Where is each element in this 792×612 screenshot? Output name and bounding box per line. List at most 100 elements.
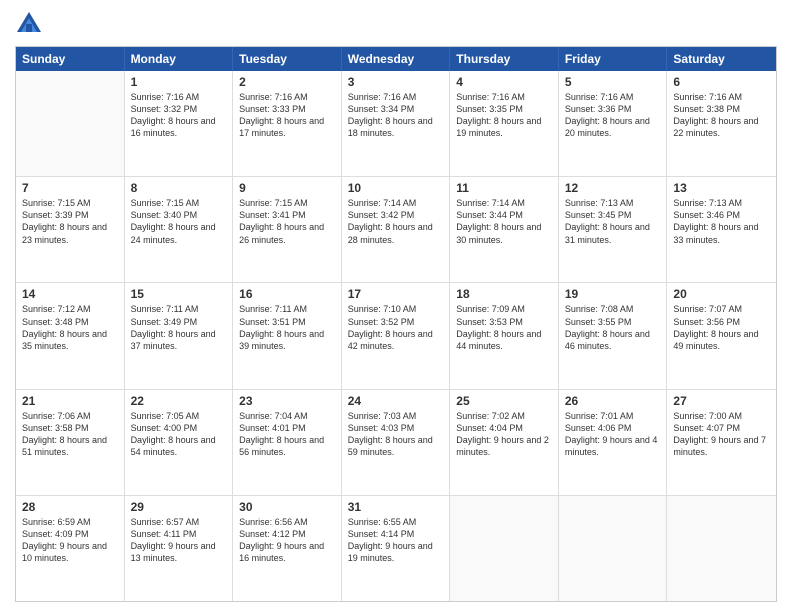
week-row-1: 7Sunrise: 7:15 AM Sunset: 3:39 PM Daylig… <box>16 176 776 282</box>
calendar-header-row: SundayMondayTuesdayWednesdayThursdayFrid… <box>16 47 776 71</box>
day-number: 17 <box>348 287 444 301</box>
day-number: 14 <box>22 287 118 301</box>
cal-cell: 12 Sunrise: 7:13 AM Sunset: 3:45 PM Dayli… <box>559 177 668 282</box>
cal-cell <box>667 496 776 601</box>
cell-info: Sunrise: 6:57 AM Sunset: 4:11 PM Dayligh… <box>131 516 227 565</box>
cal-cell: 1Sunrise: 7:16 AM Sunset: 3:32 PM Daylig… <box>125 71 234 176</box>
cell-info: Sunrise: 7:00 AM Sunset: 4:07 PM Dayligh… <box>673 410 770 459</box>
header-cell-wednesday: Wednesday <box>342 47 451 71</box>
cal-cell: 25 Sunrise: 7:02 AM Sunset: 4:04 PM Dayli… <box>450 390 559 495</box>
day-number: 9 <box>239 181 335 195</box>
cell-info: Sunrise: 7:13 AM Sunset: 3:45 PM Dayligh… <box>565 197 661 246</box>
day-number: 2 <box>239 75 335 89</box>
cal-cell: 31 Sunrise: 6:55 AM Sunset: 4:14 PM Dayli… <box>342 496 451 601</box>
cell-info: Sunrise: 7:15 AM Sunset: 3:40 PM Dayligh… <box>131 197 227 246</box>
cell-info: Sunrise: 7:09 AM Sunset: 3:53 PM Dayligh… <box>456 303 552 352</box>
cal-cell: 22Sunrise: 7:05 AM Sunset: 4:00 PM Dayli… <box>125 390 234 495</box>
day-number: 4 <box>456 75 552 89</box>
cal-cell: 2 Sunrise: 7:16 AM Sunset: 3:33 PM Daylig… <box>233 71 342 176</box>
cal-cell: 30 Sunrise: 6:56 AM Sunset: 4:12 PM Dayli… <box>233 496 342 601</box>
day-number: 18 <box>456 287 552 301</box>
cell-info: Sunrise: 7:13 AM Sunset: 3:46 PM Dayligh… <box>673 197 770 246</box>
cell-info: Sunrise: 7:14 AM Sunset: 3:44 PM Dayligh… <box>456 197 552 246</box>
cell-info: Sunrise: 7:16 AM Sunset: 3:34 PM Dayligh… <box>348 91 444 140</box>
day-number: 10 <box>348 181 444 195</box>
cell-info: Sunrise: 7:15 AM Sunset: 3:41 PM Dayligh… <box>239 197 335 246</box>
cal-cell <box>559 496 668 601</box>
cal-cell: 15 Sunrise: 7:11 AM Sunset: 3:49 PM Dayli… <box>125 283 234 388</box>
day-number: 20 <box>673 287 770 301</box>
day-number: 6 <box>673 75 770 89</box>
page: SundayMondayTuesdayWednesdayThursdayFrid… <box>0 0 792 612</box>
cal-cell: 28 Sunrise: 6:59 AM Sunset: 4:09 PM Dayli… <box>16 496 125 601</box>
cal-cell: 6 Sunrise: 7:16 AM Sunset: 3:38 PM Daylig… <box>667 71 776 176</box>
cal-cell <box>16 71 125 176</box>
cell-info: Sunrise: 7:06 AM Sunset: 3:58 PM Dayligh… <box>22 410 118 459</box>
cell-info: Sunrise: 7:16 AM Sunset: 3:33 PM Dayligh… <box>239 91 335 140</box>
day-number: 11 <box>456 181 552 195</box>
week-row-2: 14 Sunrise: 7:12 AM Sunset: 3:48 PM Dayli… <box>16 282 776 388</box>
cal-cell: 20 Sunrise: 7:07 AM Sunset: 3:56 PM Dayli… <box>667 283 776 388</box>
cell-info: Sunrise: 7:04 AM Sunset: 4:01 PM Dayligh… <box>239 410 335 459</box>
week-row-0: 1Sunrise: 7:16 AM Sunset: 3:32 PM Daylig… <box>16 71 776 176</box>
cell-info: Sunrise: 6:56 AM Sunset: 4:12 PM Dayligh… <box>239 516 335 565</box>
day-number: 30 <box>239 500 335 514</box>
logo-icon <box>15 10 43 38</box>
day-number: 24 <box>348 394 444 408</box>
day-number: 28 <box>22 500 118 514</box>
cell-info: Sunrise: 7:15 AM Sunset: 3:39 PM Dayligh… <box>22 197 118 246</box>
cell-info: Sunrise: 7:01 AM Sunset: 4:06 PM Dayligh… <box>565 410 661 459</box>
day-number: 26 <box>565 394 661 408</box>
cal-cell <box>450 496 559 601</box>
cell-info: Sunrise: 7:11 AM Sunset: 3:51 PM Dayligh… <box>239 303 335 352</box>
cal-cell: 23 Sunrise: 7:04 AM Sunset: 4:01 PM Dayli… <box>233 390 342 495</box>
header-cell-friday: Friday <box>559 47 668 71</box>
cell-info: Sunrise: 7:03 AM Sunset: 4:03 PM Dayligh… <box>348 410 444 459</box>
day-number: 12 <box>565 181 661 195</box>
cal-cell: 19 Sunrise: 7:08 AM Sunset: 3:55 PM Dayli… <box>559 283 668 388</box>
day-number: 1 <box>131 75 227 89</box>
cal-cell: 4 Sunrise: 7:16 AM Sunset: 3:35 PM Daylig… <box>450 71 559 176</box>
day-number: 23 <box>239 394 335 408</box>
day-number: 8 <box>131 181 227 195</box>
day-number: 5 <box>565 75 661 89</box>
cal-cell: 21Sunrise: 7:06 AM Sunset: 3:58 PM Dayli… <box>16 390 125 495</box>
day-number: 29 <box>131 500 227 514</box>
day-number: 22 <box>131 394 227 408</box>
cell-info: Sunrise: 7:12 AM Sunset: 3:48 PM Dayligh… <box>22 303 118 352</box>
cal-cell: 8 Sunrise: 7:15 AM Sunset: 3:40 PM Daylig… <box>125 177 234 282</box>
calendar-body: 1Sunrise: 7:16 AM Sunset: 3:32 PM Daylig… <box>16 71 776 601</box>
header-cell-tuesday: Tuesday <box>233 47 342 71</box>
cell-info: Sunrise: 7:08 AM Sunset: 3:55 PM Dayligh… <box>565 303 661 352</box>
day-number: 25 <box>456 394 552 408</box>
header-cell-sunday: Sunday <box>16 47 125 71</box>
cal-cell: 26 Sunrise: 7:01 AM Sunset: 4:06 PM Dayli… <box>559 390 668 495</box>
header-cell-monday: Monday <box>125 47 234 71</box>
day-number: 19 <box>565 287 661 301</box>
header <box>15 10 777 38</box>
cell-info: Sunrise: 6:55 AM Sunset: 4:14 PM Dayligh… <box>348 516 444 565</box>
day-number: 3 <box>348 75 444 89</box>
cell-info: Sunrise: 7:16 AM Sunset: 3:38 PM Dayligh… <box>673 91 770 140</box>
logo <box>15 10 47 38</box>
cal-cell: 24 Sunrise: 7:03 AM Sunset: 4:03 PM Dayli… <box>342 390 451 495</box>
cal-cell: 9 Sunrise: 7:15 AM Sunset: 3:41 PM Daylig… <box>233 177 342 282</box>
calendar: SundayMondayTuesdayWednesdayThursdayFrid… <box>15 46 777 602</box>
cal-cell: 18 Sunrise: 7:09 AM Sunset: 3:53 PM Dayli… <box>450 283 559 388</box>
cal-cell: 17Sunrise: 7:10 AM Sunset: 3:52 PM Dayli… <box>342 283 451 388</box>
day-number: 15 <box>131 287 227 301</box>
day-number: 16 <box>239 287 335 301</box>
day-number: 13 <box>673 181 770 195</box>
day-number: 31 <box>348 500 444 514</box>
cell-info: Sunrise: 7:16 AM Sunset: 3:35 PM Dayligh… <box>456 91 552 140</box>
cell-info: Sunrise: 7:02 AM Sunset: 4:04 PM Dayligh… <box>456 410 552 459</box>
header-cell-saturday: Saturday <box>667 47 776 71</box>
cal-cell: 10Sunrise: 7:14 AM Sunset: 3:42 PM Dayli… <box>342 177 451 282</box>
cal-cell: 27Sunrise: 7:00 AM Sunset: 4:07 PM Dayli… <box>667 390 776 495</box>
cell-info: Sunrise: 7:07 AM Sunset: 3:56 PM Dayligh… <box>673 303 770 352</box>
cal-cell: 13 Sunrise: 7:13 AM Sunset: 3:46 PM Dayli… <box>667 177 776 282</box>
cell-info: Sunrise: 6:59 AM Sunset: 4:09 PM Dayligh… <box>22 516 118 565</box>
cell-info: Sunrise: 7:11 AM Sunset: 3:49 PM Dayligh… <box>131 303 227 352</box>
cell-info: Sunrise: 7:16 AM Sunset: 3:36 PM Dayligh… <box>565 91 661 140</box>
cal-cell: 11 Sunrise: 7:14 AM Sunset: 3:44 PM Dayli… <box>450 177 559 282</box>
